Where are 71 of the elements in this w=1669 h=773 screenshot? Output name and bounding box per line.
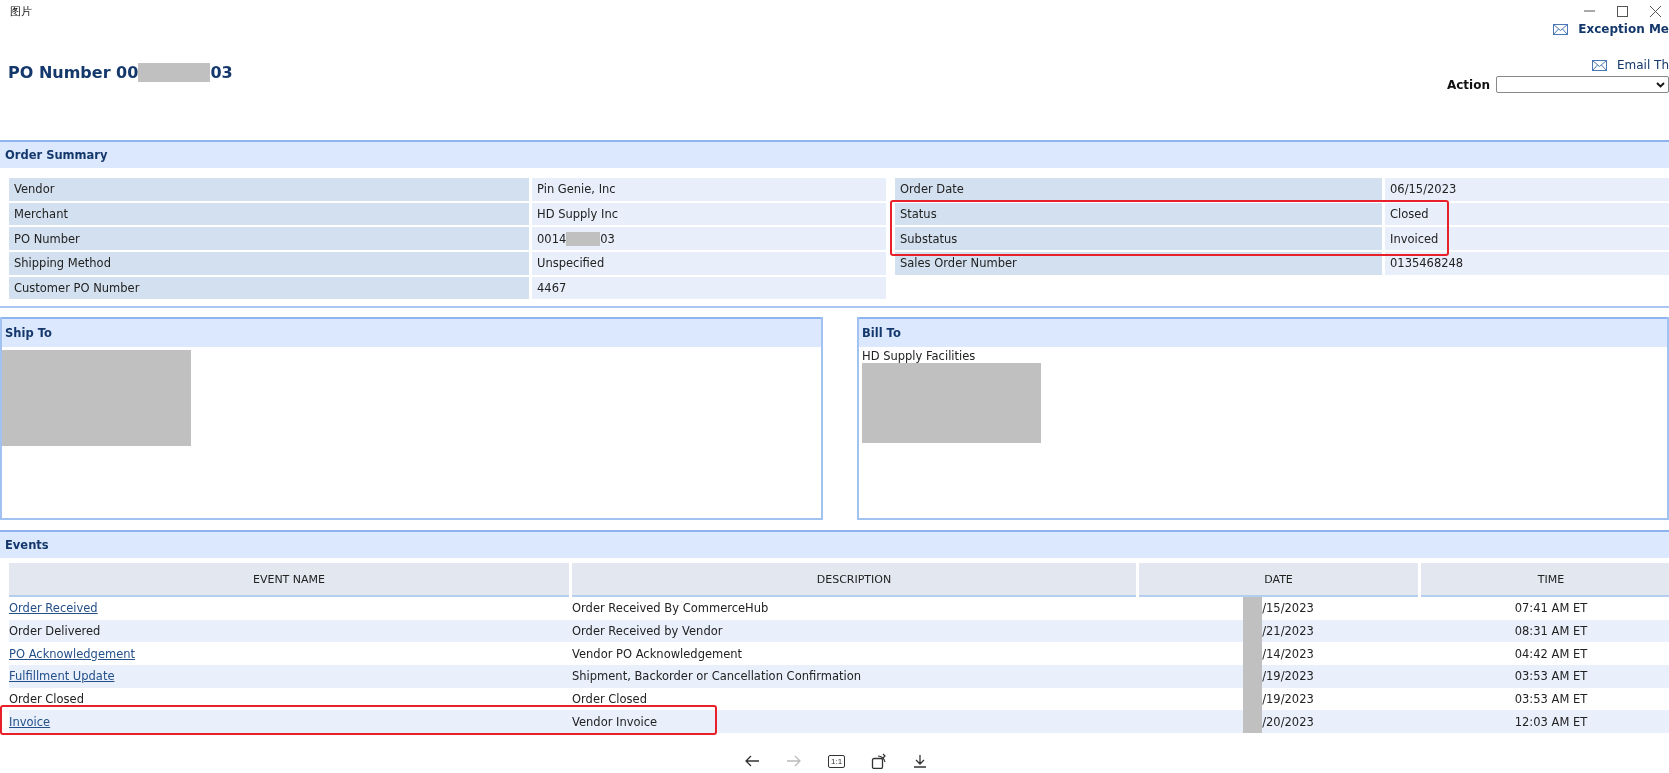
event-date: /21/2023 — [1262, 624, 1314, 639]
column-header: EVENT NAME — [9, 563, 569, 597]
field-value: Invoiced — [1385, 227, 1669, 251]
event-description: Vendor Invoice — [572, 714, 658, 729]
field-value: 4467 — [532, 276, 886, 300]
event-name: Order Delivered — [9, 624, 101, 639]
section-title: Ship To — [5, 326, 52, 340]
email-link[interactable]: Email Th — [1591, 58, 1669, 72]
event-link[interactable]: Fulfillment Update — [9, 669, 115, 684]
field-label: Status — [895, 202, 1382, 226]
envelope-icon — [1591, 59, 1607, 71]
event-date: /19/2023 — [1262, 692, 1314, 707]
action-select[interactable] — [1496, 76, 1669, 93]
field-label: Customer PO Number — [9, 276, 529, 300]
field-value: HD Supply Inc — [532, 202, 886, 226]
action-label: Action — [1446, 77, 1490, 92]
event-description: Shipment, Backorder or Cancellation Confirmation — [572, 669, 861, 684]
chevron-down-icon — [1656, 81, 1665, 88]
event-link[interactable]: Invoice — [9, 714, 51, 729]
close-icon[interactable] — [1650, 5, 1661, 17]
event-time: 03:53 AM ET — [1514, 669, 1588, 684]
column-header: TIME — [1421, 563, 1669, 597]
field-label: Order Date — [895, 178, 1382, 201]
window-title: 图片 — [10, 3, 32, 19]
column-header: DESCRIPTION — [572, 563, 1136, 597]
download-button[interactable] — [913, 754, 928, 768]
field-value: Unspecified — [532, 252, 886, 275]
section-title: Bill To — [862, 326, 901, 340]
field-value: 06/15/2023 — [1385, 178, 1669, 201]
event-description: Order Received By CommerceHub — [572, 601, 769, 616]
maximize-icon[interactable] — [1617, 5, 1628, 17]
event-date: /15/2023 — [1262, 601, 1314, 616]
redaction-block — [1243, 597, 1263, 620]
field-value: Pin Genie, Inc — [532, 178, 886, 201]
event-description: Vendor PO Acknowledgement — [572, 646, 743, 661]
event-date: /19/2023 — [1262, 669, 1314, 684]
section-title: Events — [5, 538, 49, 552]
actual-size-button[interactable]: 1:1 — [828, 754, 846, 768]
field-label: PO Number — [9, 227, 529, 251]
event-time: 03:53 AM ET — [1514, 692, 1588, 707]
redaction-block — [1243, 710, 1263, 734]
field-label: Shipping Method — [9, 252, 529, 275]
page-heading: PO Number 00 — [8, 62, 139, 82]
event-time: 12:03 AM ET — [1514, 714, 1588, 729]
event-time: 08:31 AM ET — [1514, 624, 1588, 639]
event-date: /14/2023 — [1262, 646, 1314, 661]
field-value: 0014 — [537, 231, 567, 246]
event-date: /20/2023 — [1262, 714, 1314, 729]
field-value: 03 — [600, 231, 615, 246]
back-button[interactable] — [744, 755, 760, 767]
event-time: 04:42 AM ET — [1514, 646, 1588, 661]
event-description: Order Received by Vendor — [572, 624, 723, 639]
exception-link[interactable]: Exception Me — [1553, 22, 1669, 36]
field-label: Sales Order Number — [895, 252, 1382, 275]
event-link[interactable]: Order Received — [9, 601, 98, 616]
event-link[interactable]: PO Acknowledgement — [9, 646, 136, 661]
field-label: Merchant — [9, 202, 529, 226]
page-heading: 03 — [210, 62, 233, 82]
column-header: DATE — [1139, 563, 1418, 597]
field-value: 0135468248 — [1385, 252, 1669, 275]
field-label: Substatus — [895, 227, 1382, 251]
address-line: HD Supply Facilities — [862, 350, 977, 363]
section-title: Order Summary — [5, 148, 108, 162]
event-name: Order Closed — [9, 692, 84, 707]
event-description: Order Closed — [572, 692, 647, 707]
field-value: Closed — [1385, 202, 1669, 226]
rotate-button[interactable] — [871, 753, 888, 769]
envelope-icon — [1553, 23, 1569, 35]
field-label: Vendor — [9, 178, 529, 201]
event-time: 07:41 AM ET — [1514, 601, 1588, 616]
redaction-block — [566, 231, 601, 246]
